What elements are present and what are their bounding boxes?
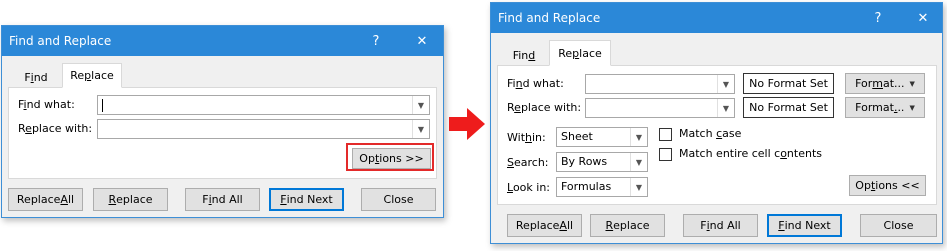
dropdown-arrow-icon: ▼ bbox=[909, 103, 915, 112]
chevron-down-icon[interactable]: ▼ bbox=[412, 96, 429, 114]
left-find-replace-dialog: Find and Replace ? ✕ Fi nd Re p lace Find w… bbox=[1, 25, 444, 218]
right-tab-panel: Find what: ▼ No Format Set For m at... ▼ Re… bbox=[497, 65, 937, 205]
right-find-replace-dialog: Find and Replace ? ✕ Fin d Re p lace Find w… bbox=[490, 2, 943, 244]
left-find-what-label: Find what: bbox=[18, 98, 75, 111]
right-replace-with-input[interactable]: ▼ bbox=[585, 98, 735, 118]
left-dialog-title: Find and Replace bbox=[9, 34, 112, 48]
right-tab-replace[interactable]: Re p lace bbox=[549, 40, 611, 66]
left-replace-with-input[interactable]: ▼ bbox=[97, 119, 430, 139]
right-replace-with-label: Replace with: bbox=[507, 101, 582, 114]
right-title-bar: Find and Replace ? ✕ bbox=[491, 3, 942, 33]
arrow-shape bbox=[449, 108, 485, 140]
left-close-icon[interactable]: ✕ bbox=[405, 26, 439, 56]
chevron-down-icon[interactable]: ▼ bbox=[630, 153, 647, 171]
right-within-label: Within: bbox=[507, 131, 546, 144]
chevron-down-icon[interactable]: ▼ bbox=[717, 99, 734, 117]
right-help-button[interactable]: ? bbox=[861, 3, 895, 33]
right-close-button[interactable]: Close bbox=[860, 214, 937, 237]
left-replace-button[interactable]: Replace bbox=[93, 188, 168, 211]
left-close-button[interactable]: Close bbox=[361, 188, 436, 211]
left-help-button[interactable]: ? bbox=[359, 26, 393, 56]
chevron-down-icon[interactable]: ▼ bbox=[630, 128, 647, 146]
match-entire-label: Match entire cell contents bbox=[679, 147, 822, 160]
chevron-down-icon[interactable]: ▼ bbox=[630, 178, 647, 196]
left-replace-all-button[interactable]: Replace All bbox=[8, 188, 83, 211]
right-arrow-icon bbox=[449, 108, 485, 140]
right-replace-all-button[interactable]: Replace All bbox=[507, 214, 582, 237]
right-find-next-button[interactable]: Find Next bbox=[767, 214, 842, 237]
chevron-down-icon[interactable]: ▼ bbox=[412, 120, 429, 138]
right-search-label: Search: bbox=[507, 156, 549, 169]
left-tab-find[interactable]: Fi nd bbox=[12, 66, 60, 88]
right-find-all-button[interactable]: Fi nd All bbox=[683, 214, 758, 237]
right-within-select[interactable]: Sheet ▼ bbox=[556, 127, 648, 147]
right-find-format-button[interactable]: For m at... ▼ bbox=[845, 73, 925, 94]
right-lookin-label: Look in: bbox=[507, 181, 550, 194]
dropdown-arrow-icon: ▼ bbox=[909, 79, 915, 88]
left-tab-replace[interactable]: Re p lace bbox=[62, 63, 122, 88]
match-case-label: Match case bbox=[679, 127, 742, 140]
right-find-what-label: Find what: bbox=[507, 77, 564, 90]
left-find-next-button[interactable]: Find Next bbox=[269, 188, 344, 211]
right-lookin-select[interactable]: Formulas ▼ bbox=[556, 177, 648, 197]
right-options-button[interactable]: Op t ions << bbox=[849, 175, 926, 196]
right-replace-format-button[interactable]: Format... ▼ bbox=[845, 97, 925, 118]
match-entire-checkbox[interactable] bbox=[659, 148, 672, 161]
left-title-bar: Find and Replace ? ✕ bbox=[2, 26, 443, 56]
left-replace-with-label: Replace with: bbox=[18, 122, 93, 135]
right-tab-find[interactable]: Fin d bbox=[501, 44, 547, 66]
chevron-down-icon[interactable]: ▼ bbox=[717, 75, 734, 93]
right-dialog-title: Find and Replace bbox=[498, 11, 601, 25]
text-caret bbox=[102, 99, 103, 112]
right-replace-button[interactable]: Replace bbox=[590, 214, 665, 237]
right-search-select[interactable]: By Rows ▼ bbox=[556, 152, 648, 172]
right-find-what-input[interactable]: ▼ bbox=[585, 74, 735, 94]
right-close-icon[interactable]: ✕ bbox=[906, 3, 940, 33]
options-highlight-box bbox=[346, 143, 434, 171]
right-replace-format-preview: No Format Set bbox=[743, 97, 834, 118]
left-find-what-input[interactable]: ▼ bbox=[97, 95, 430, 115]
right-find-format-preview: No Format Set bbox=[743, 73, 834, 94]
left-find-all-button[interactable]: Fi nd All bbox=[185, 188, 260, 211]
match-case-checkbox[interactable] bbox=[659, 128, 672, 141]
